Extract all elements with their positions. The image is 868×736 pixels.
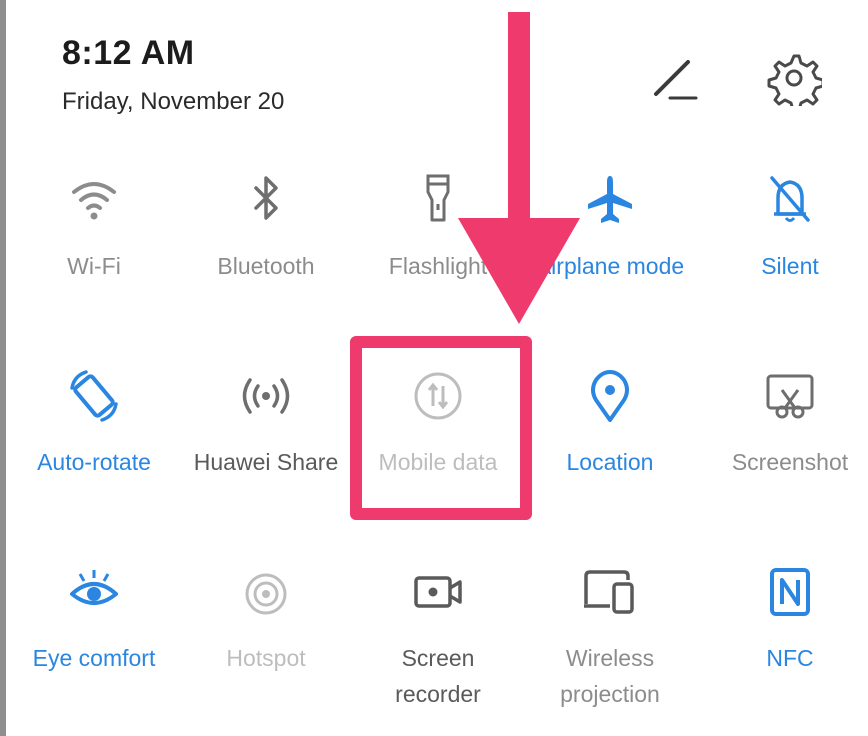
annotation-arrow-icon (458, 12, 580, 324)
